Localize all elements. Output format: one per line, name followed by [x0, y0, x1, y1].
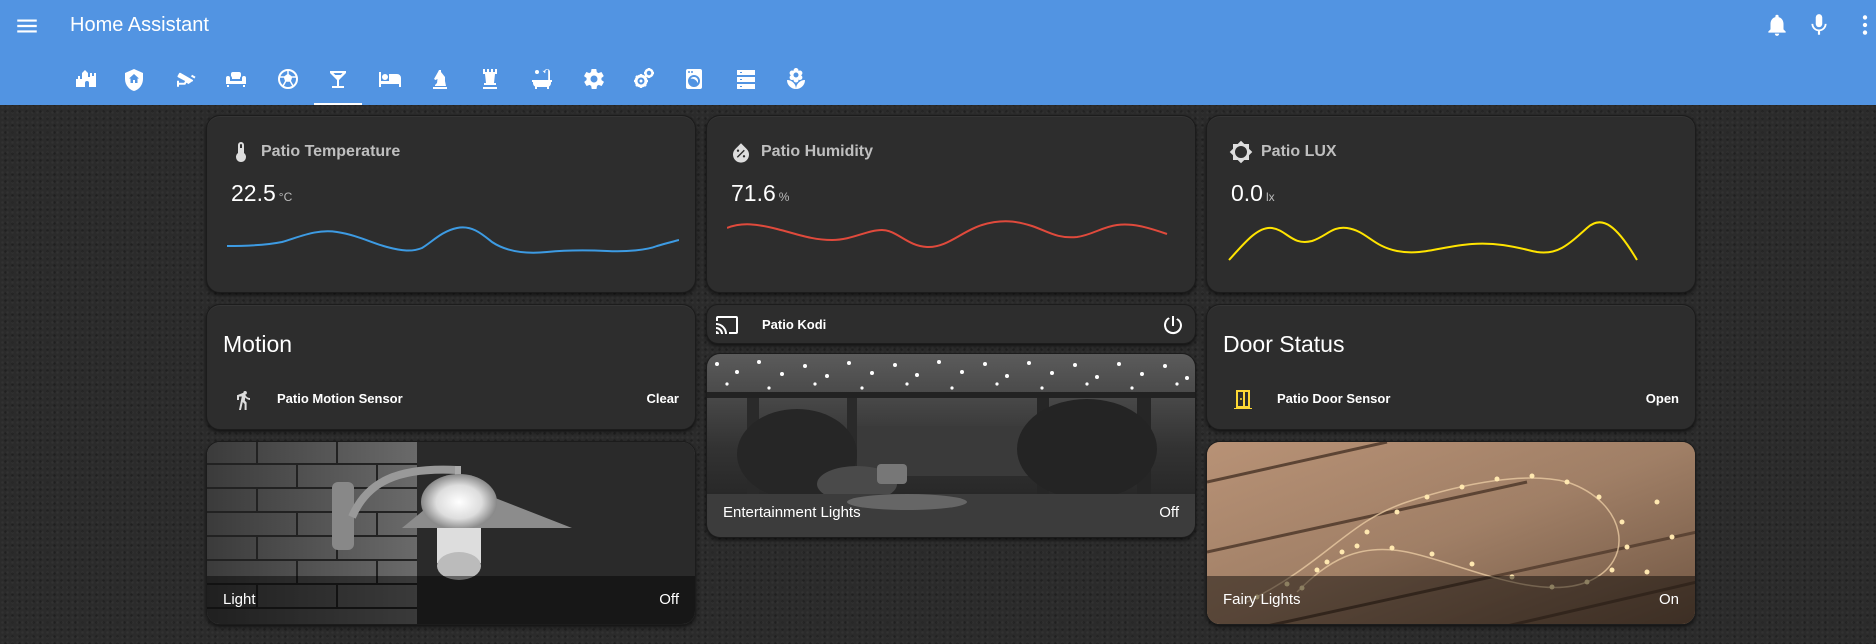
toolbar: Home Assistant [0, 0, 1876, 52]
sensor-name: Patio Temperature [261, 143, 401, 160]
thermometer-icon [236, 142, 246, 162]
cctv-icon[interactable] [162, 58, 210, 105]
shield-home-icon[interactable] [110, 58, 158, 105]
entity-name: Patio Motion Sensor [277, 391, 403, 406]
settings-icon[interactable] [570, 58, 618, 105]
humidity-sensor-card[interactable]: Patio Humidity 71.6% [706, 115, 1196, 293]
picture-entity-state: Off [659, 591, 679, 608]
temperature-sparkline [227, 226, 679, 254]
entity-row-door[interactable]: Patio Door Sensor Open [1207, 385, 1695, 415]
glass-cocktail-icon[interactable] [314, 58, 362, 105]
door-status-card: Door Status Patio Door Sensor Open [1206, 304, 1696, 430]
kodi-media-player[interactable]: Patio Kodi [706, 304, 1196, 344]
castle-icon[interactable] [62, 58, 110, 105]
lux-sensor-card[interactable]: Patio LUX 0.0 lx [1206, 115, 1696, 293]
picture-entity-state: Off [1159, 504, 1179, 521]
menu-icon[interactable] [14, 13, 40, 39]
picture-label: Entertainment Lights Off [707, 489, 1195, 537]
washing-machine-icon[interactable] [670, 58, 718, 105]
brightness-icon [1229, 140, 1253, 164]
card-title: Door Status [1223, 331, 1345, 357]
fairy-lights-card[interactable]: Fairy Lights On [1206, 441, 1696, 625]
entity-row-motion[interactable]: Patio Motion Sensor Clear [207, 385, 695, 415]
card-title: Motion [223, 331, 293, 357]
entity-state: Open [1645, 391, 1679, 406]
entity-name: Patio Door Sensor [1277, 391, 1391, 406]
door-open-icon [1234, 390, 1252, 409]
flower-icon[interactable] [772, 58, 820, 105]
sensor-value: 0.0 lx [1231, 180, 1275, 207]
temperature-sensor-card[interactable]: Patio Temperature 22.5 °C [206, 115, 696, 293]
sensor-value-number: 71.6 [731, 180, 776, 206]
sensor-value: 71.6% [731, 180, 789, 207]
soccer-ball-icon[interactable] [264, 58, 312, 105]
dots-vertical-icon[interactable] [1852, 12, 1872, 38]
humidity-sparkline [727, 220, 1168, 249]
picture-entity-name: Light [223, 591, 256, 608]
light-card[interactable]: Light Off [206, 441, 696, 625]
picture-entity-name: Entertainment Lights [723, 504, 861, 521]
sensor-name: Patio Humidity [761, 143, 874, 160]
lux-sparkline [1228, 221, 1638, 261]
app-title: Home Assistant [70, 14, 209, 36]
motion-card: Motion Patio Motion Sensor Clear [206, 304, 696, 430]
bell-icon[interactable] [1764, 12, 1790, 38]
chess-knight-icon[interactable] [416, 58, 464, 105]
picture-entity-name: Fairy Lights [1223, 591, 1301, 608]
app-header: Home Assistant [0, 0, 1876, 105]
entity-state: Clear [646, 391, 679, 406]
entertainment-lights-card[interactable]: Entertainment Lights Off [706, 353, 1196, 538]
water-percent-icon [733, 143, 749, 163]
microphone-icon[interactable] [1806, 12, 1832, 38]
sensor-value-number: 22.5 [231, 180, 276, 206]
walk-icon [237, 391, 250, 410]
sensor-value: 22.5 °C [231, 180, 292, 207]
sofa-icon[interactable] [212, 58, 260, 105]
power-icon[interactable] [1161, 313, 1185, 337]
sensor-value-number: 0.0 [1231, 180, 1263, 206]
chess-rook-icon[interactable] [466, 58, 514, 105]
sensor-unit: lx [1265, 190, 1275, 204]
sensor-unit: °C [278, 190, 293, 204]
picture-label: Light Off [207, 576, 695, 624]
cast-icon[interactable] [715, 313, 739, 337]
picture-entity-state: On [1658, 591, 1679, 608]
sensor-name: Patio LUX [1261, 143, 1337, 160]
sensor-unit: % [778, 190, 790, 204]
settings-multiple-icon[interactable] [620, 58, 668, 105]
server-icon[interactable] [722, 58, 770, 105]
picture-label: Fairy Lights On [1207, 576, 1695, 624]
bed-icon[interactable] [366, 58, 414, 105]
media-player-name: Patio Kodi [762, 317, 827, 332]
bathtub-icon[interactable] [518, 58, 566, 105]
